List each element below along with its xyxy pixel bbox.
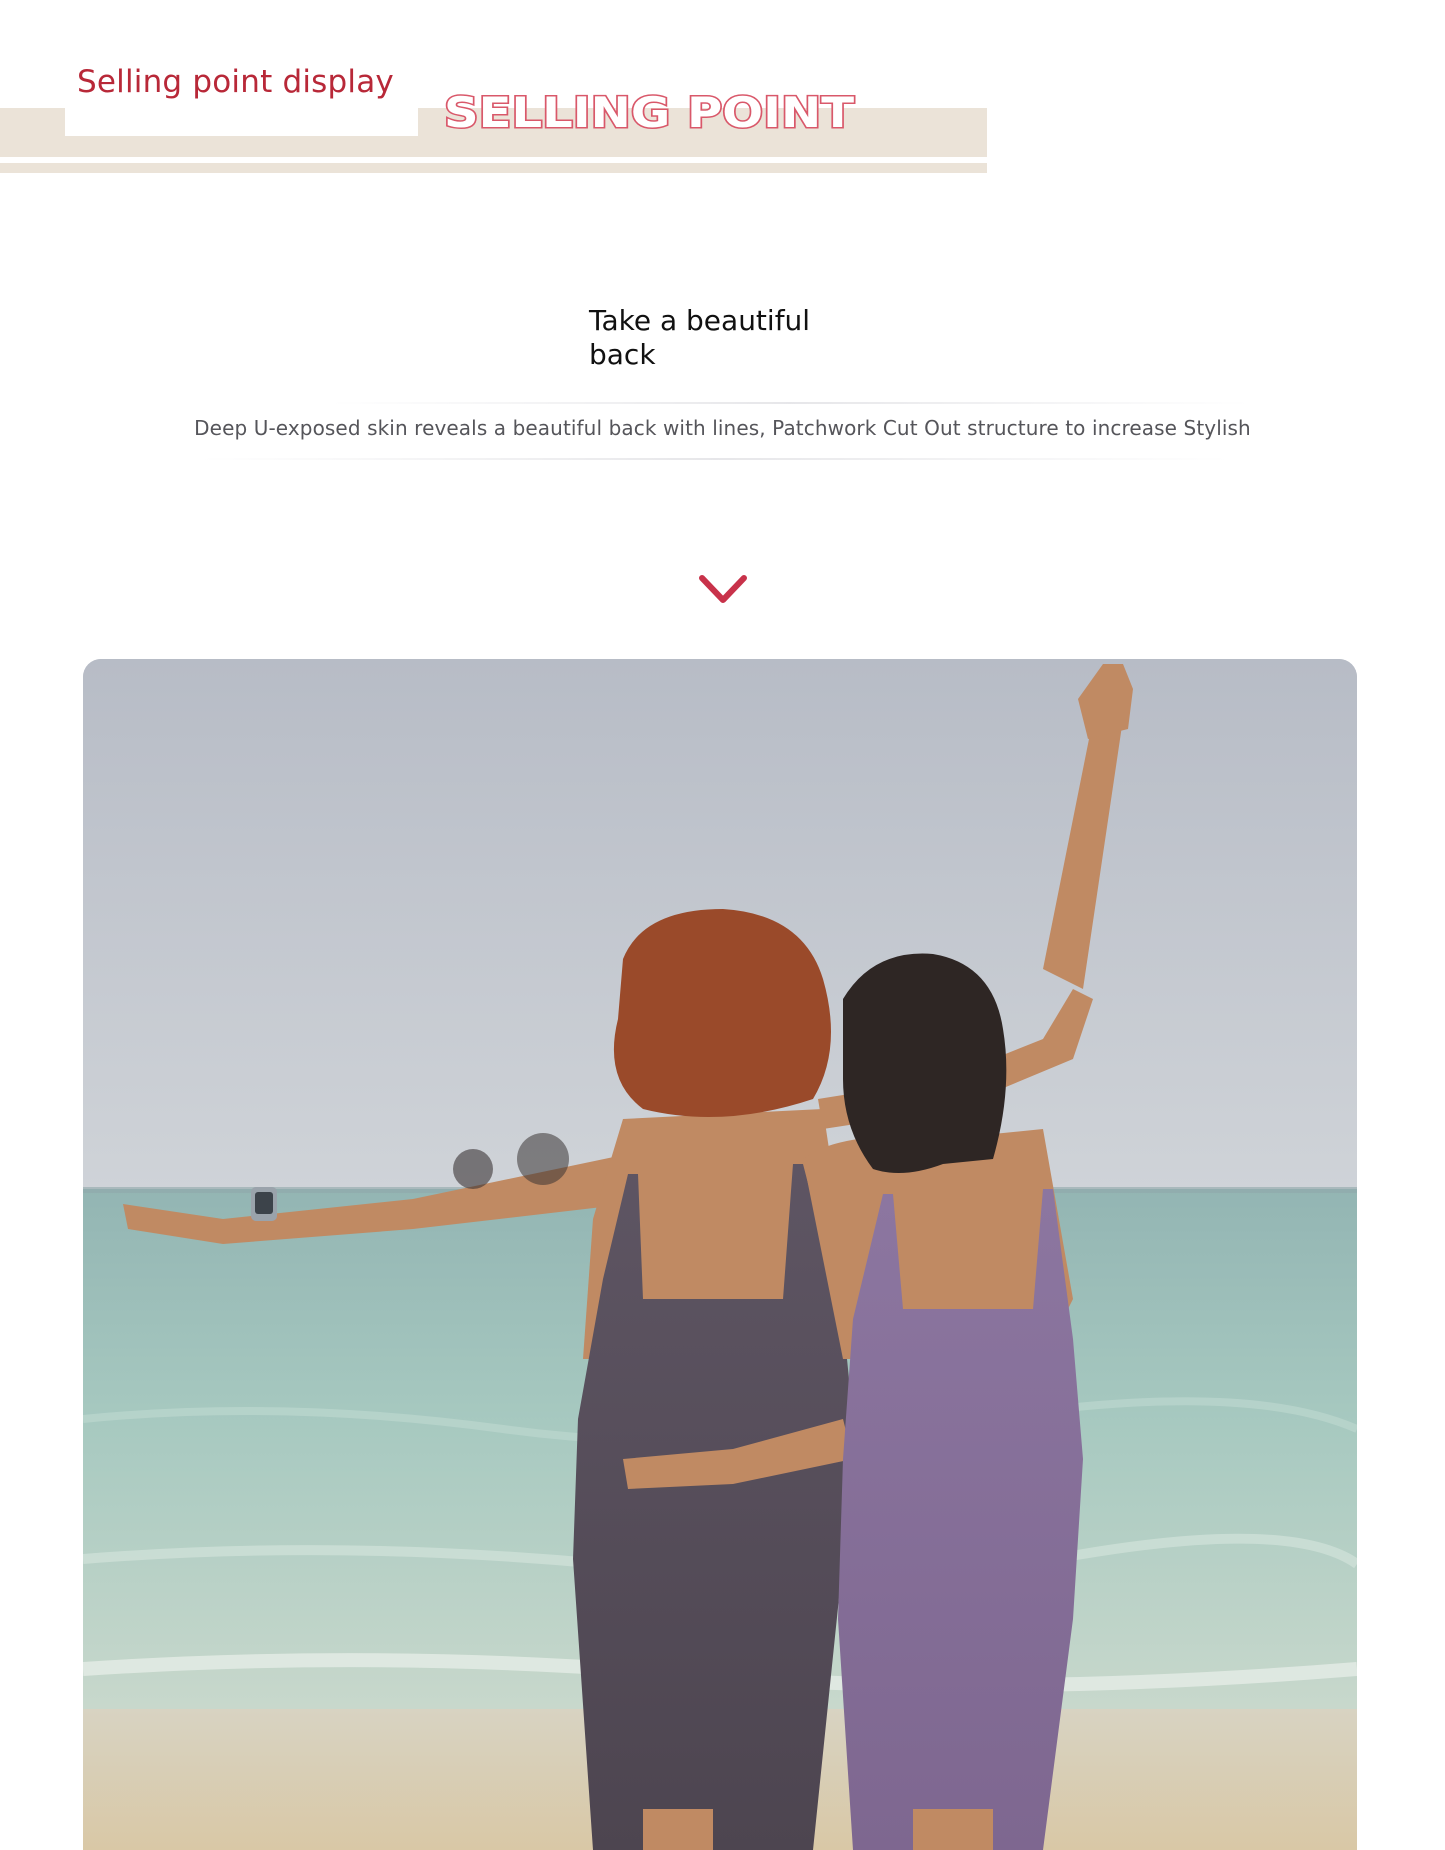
divider [330, 402, 1250, 404]
feature-description: Deep U-exposed skin reveals a beautiful … [194, 416, 1251, 440]
wordmark-text: SELLING POINT [444, 88, 854, 134]
divider [200, 458, 1230, 460]
product-photo [83, 659, 1357, 1850]
chevron-down-icon [699, 575, 747, 603]
beach-photo-illustration [83, 659, 1357, 1850]
feature-headline: Take a beautiful back [589, 304, 811, 371]
selling-point-banner: Selling point display SELLING POINT [0, 0, 1445, 200]
selling-point-wordmark: SELLING POINT [443, 87, 856, 135]
banner-band-thin [0, 163, 987, 173]
section-title: Selling point display [77, 64, 394, 100]
